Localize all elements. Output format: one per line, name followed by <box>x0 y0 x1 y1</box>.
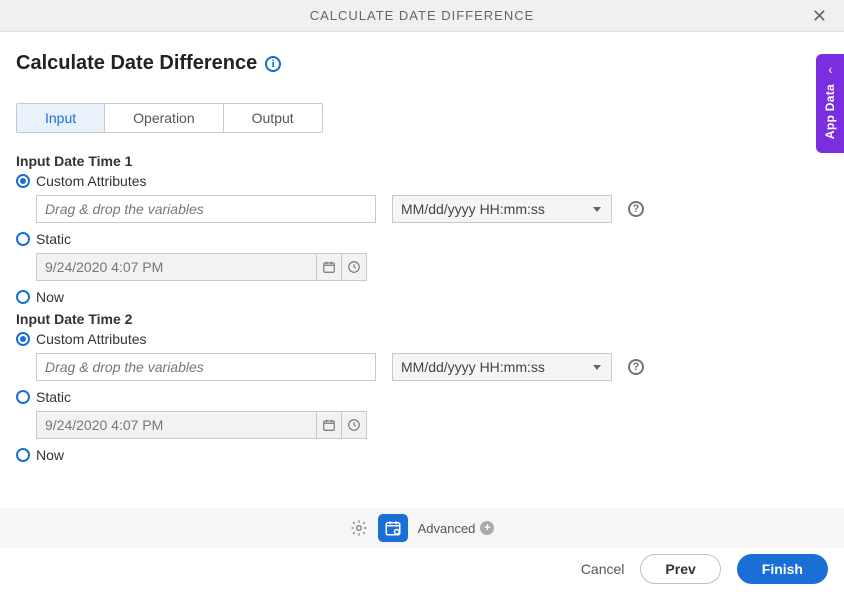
chevron-down-icon <box>593 365 601 370</box>
section1-now-radio[interactable] <box>16 290 30 304</box>
section1-variables-input[interactable]: Drag & drop the variables <box>36 195 376 223</box>
section2-static-radio[interactable] <box>16 390 30 404</box>
dialog-title: CALCULATE DATE DIFFERENCE <box>310 8 535 23</box>
plus-icon: + <box>480 521 494 535</box>
footer: Cancel Prev Finish <box>581 554 828 584</box>
side-panel-toggle[interactable]: ‹ App Data <box>816 54 844 153</box>
tab-input[interactable]: Input <box>17 104 105 132</box>
section2-custom-radio[interactable] <box>16 332 30 346</box>
section2-static-label: Static <box>36 389 71 405</box>
section1-static-radio[interactable] <box>16 232 30 246</box>
section2-format-select[interactable]: MM/dd/yyyy HH:mm:ss <box>392 353 612 381</box>
gear-icon[interactable] <box>350 519 368 537</box>
section2-static-input[interactable]: 9/24/2020 4:07 PM <box>36 411 316 439</box>
page-title: Calculate Date Difference <box>16 52 257 75</box>
content-area: Calculate Date Difference i Input Operat… <box>0 32 844 463</box>
section2-custom-label: Custom Attributes <box>36 331 147 347</box>
section1-custom-label: Custom Attributes <box>36 173 147 189</box>
advanced-label: Advanced <box>418 521 476 536</box>
dialog-header: CALCULATE DATE DIFFERENCE ✕ <box>0 0 844 32</box>
help-icon[interactable]: ? <box>628 201 644 217</box>
tabs: Input Operation Output <box>16 103 323 133</box>
section2-format-value: MM/dd/yyyy HH:mm:ss <box>401 359 545 375</box>
finish-button[interactable]: Finish <box>737 554 828 584</box>
section2-now-radio[interactable] <box>16 448 30 462</box>
section1-title: Input Date Time 1 <box>16 153 828 169</box>
side-panel-label: App Data <box>823 84 837 139</box>
tab-operation[interactable]: Operation <box>105 104 223 132</box>
calendar-badge-icon[interactable] <box>378 514 408 542</box>
section1-static-input[interactable]: 9/24/2020 4:07 PM <box>36 253 316 281</box>
section1-format-value: MM/dd/yyyy HH:mm:ss <box>401 201 545 217</box>
help-icon[interactable]: ? <box>628 359 644 375</box>
calendar-icon[interactable] <box>316 253 342 281</box>
close-icon[interactable]: ✕ <box>812 6 828 27</box>
section2-variables-input[interactable]: Drag & drop the variables <box>36 353 376 381</box>
page-title-row: Calculate Date Difference i <box>16 52 828 75</box>
bottom-toolbar: Advanced + <box>0 508 844 548</box>
tab-output[interactable]: Output <box>224 104 322 132</box>
advanced-toggle[interactable]: Advanced + <box>418 521 495 536</box>
section1-custom-radio[interactable] <box>16 174 30 188</box>
clock-icon[interactable] <box>341 253 367 281</box>
chevron-down-icon <box>593 207 601 212</box>
cancel-button[interactable]: Cancel <box>581 561 625 577</box>
section2-title: Input Date Time 2 <box>16 311 828 327</box>
chevron-left-icon: ‹ <box>828 62 832 76</box>
section2-now-label: Now <box>36 447 64 463</box>
info-icon[interactable]: i <box>265 56 281 72</box>
calendar-icon[interactable] <box>316 411 342 439</box>
section1-now-label: Now <box>36 289 64 305</box>
clock-icon[interactable] <box>341 411 367 439</box>
prev-button[interactable]: Prev <box>640 554 720 584</box>
section1-format-select[interactable]: MM/dd/yyyy HH:mm:ss <box>392 195 612 223</box>
section1-static-label: Static <box>36 231 71 247</box>
